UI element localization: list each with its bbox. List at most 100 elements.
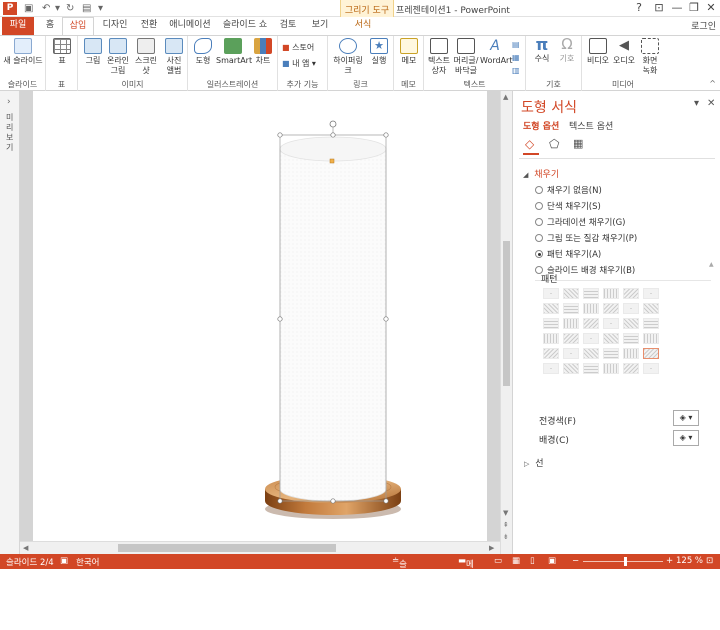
zoom-slider-knob[interactable] [624,557,627,566]
radio-gradient-fill[interactable]: 그라데이션 채우기(G) [535,216,625,228]
minimize-button[interactable]: — [668,1,686,14]
fit-slide-icon[interactable]: ⊡ [706,556,713,566]
customize-toolbar-icon[interactable]: ▾ [98,2,103,15]
smartart-button[interactable]: SmartArt [216,38,252,66]
prev-slide-icon[interactable]: ⇞ [503,521,509,529]
redo-icon[interactable]: ↻ [66,2,74,15]
radio-no-fill[interactable]: 채우기 없음(N) [535,184,602,196]
pattern-swatch[interactable] [563,303,579,314]
tab-file[interactable]: 파일 [2,17,34,35]
pattern-swatch[interactable] [563,348,579,359]
pattern-swatch[interactable] [603,333,619,344]
rotate-handle[interactable] [329,120,337,128]
pattern-swatch[interactable] [543,348,559,359]
tab-text-options[interactable]: 텍스트 옵션 [569,119,613,132]
expand-arrow-icon[interactable]: › [7,97,11,107]
text-small-icons[interactable]: ▤ ▦ ▥ [512,38,520,77]
scroll-left-icon[interactable]: ◀ [23,544,28,552]
size-properties-icon[interactable]: ▦ [573,137,583,150]
online-picture-button[interactable]: 온라인 그림 [106,38,130,76]
save-icon[interactable]: ▣ [24,2,33,15]
equation-button[interactable]: π 수식 [530,36,554,64]
pattern-swatch[interactable] [583,303,599,314]
pattern-swatch[interactable] [583,318,599,329]
zoom-in-icon[interactable]: + [666,556,673,566]
background-color-button[interactable]: ◈ ▾ [673,430,699,446]
tab-design[interactable]: 디자인 [98,17,132,35]
adjust-handle[interactable] [329,158,335,164]
chart-button[interactable]: 차트 [252,38,274,66]
store-button[interactable]: ■ 스토어 [282,42,314,53]
fill-line-icon[interactable]: ◇ [525,137,534,151]
pattern-swatch[interactable] [583,348,599,359]
slide-page[interactable] [33,91,487,541]
shapes-button[interactable]: 도형 [192,38,214,66]
radio-picture-fill[interactable]: 그림 또는 질감 채우기(P) [535,232,637,244]
hyperlink-button[interactable]: 하이퍼링크 [330,38,366,76]
pattern-swatch[interactable] [603,318,619,329]
pattern-swatch[interactable] [583,363,599,374]
undo-dropdown-icon[interactable]: ▾ [55,2,60,15]
notes-button[interactable]: ≐ 슬라이드 노트 [392,556,407,630]
pattern-swatch[interactable] [623,318,639,329]
tab-format[interactable]: 서식 [348,17,378,35]
effects-pentagon-icon[interactable]: ⬠ [549,137,559,151]
pattern-swatch[interactable] [583,333,599,344]
reading-view-icon[interactable]: ▯ [530,556,535,566]
horizontal-scroll-thumb[interactable] [118,544,336,552]
wordart-button[interactable]: A WordArt [480,38,512,66]
radio-solid-fill[interactable]: 단색 채우기(S) [535,200,601,212]
audio-button[interactable]: ◀ 오디오 [612,38,636,66]
next-slide-icon[interactable]: ⇟ [503,533,509,541]
zoom-out-icon[interactable]: − [572,556,579,566]
collapse-ribbon-icon[interactable]: ^ [709,79,716,88]
scroll-right-icon[interactable]: ▶ [489,544,494,552]
header-footer-button[interactable]: 머리글/바닥글 [452,38,480,76]
normal-view-icon[interactable]: ▭ [494,556,502,566]
pane-options-icon[interactable]: ▾ [694,98,699,109]
pattern-swatch[interactable] [563,333,579,344]
pattern-swatch[interactable] [643,333,659,344]
pane-scroll-up-icon[interactable]: ▲ [709,261,714,268]
tab-transitions[interactable]: 전환 [136,17,162,35]
scroll-up-icon[interactable]: ▲ [503,93,508,101]
pattern-swatch[interactable] [583,288,599,299]
tab-view[interactable]: 보기 [308,17,332,35]
tab-review[interactable]: 검토 [276,17,300,35]
slide-thumbnails-collapsed[interactable]: › 미리 보기 [0,91,20,554]
zoom-level[interactable]: 125 % [676,556,703,566]
pattern-swatch[interactable] [643,348,659,359]
login-link[interactable]: 로그인 [691,19,716,32]
slideshow-view-icon[interactable]: ▣ [548,556,556,566]
pattern-swatch[interactable] [603,303,619,314]
video-button[interactable]: 비디오 [586,38,610,66]
pattern-swatch[interactable] [543,303,559,314]
pattern-swatch[interactable] [623,288,639,299]
undo-icon[interactable]: ↶ [42,2,50,15]
help-icon[interactable]: ? [630,1,648,14]
tab-shape-options[interactable]: 도형 옵션 [523,119,559,132]
textbox-button[interactable]: 텍스트 상자 [426,38,452,76]
screen-recording-button[interactable]: 화면 녹화 [638,38,662,76]
action-button[interactable]: ★ 실행 [368,38,390,66]
vertical-scroll-thumb[interactable] [503,241,510,386]
close-button[interactable]: ✕ [702,1,720,14]
language-status-icon[interactable]: ▣ [60,556,68,566]
tab-insert[interactable]: 삽입 [62,17,94,36]
fill-section-toggle[interactable]: ◢ 채우기 [523,167,559,180]
pattern-swatch[interactable] [643,303,659,314]
pattern-swatch[interactable] [563,318,579,329]
pattern-swatch[interactable] [543,363,559,374]
pattern-swatch[interactable] [643,318,659,329]
start-slideshow-icon[interactable]: ▤ [82,2,91,15]
pattern-swatch[interactable] [543,288,559,299]
pattern-swatch[interactable] [623,348,639,359]
new-slide-button[interactable]: 새 슬라이드 [2,38,44,66]
pane-close-icon[interactable]: ✕ [707,98,715,109]
slide-sorter-icon[interactable]: ▦ [512,556,520,566]
pattern-swatch[interactable] [603,288,619,299]
vertical-scrollbar[interactable]: ▲ ▼ ⇞ ⇟ [500,91,512,554]
zoom-slider[interactable] [583,561,663,562]
photo-album-button[interactable]: 사진 앨범 [162,38,186,76]
my-addins-button[interactable]: ■ 내 앱 ▾ [282,58,316,69]
